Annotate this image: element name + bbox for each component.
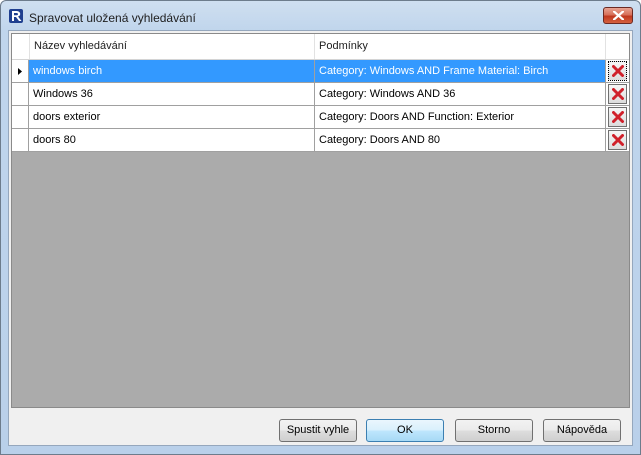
row-header[interactable] (12, 106, 29, 129)
search-conditions-cell[interactable]: Category: Windows AND Frame Material: Bi… (315, 60, 606, 83)
delete-cell (606, 129, 629, 152)
run-search-button[interactable]: Spustit vyhle (279, 419, 357, 442)
search-conditions-cell[interactable]: Category: Windows AND 36 (315, 83, 606, 106)
delete-search-button[interactable] (608, 130, 627, 150)
search-conditions-cell[interactable]: Category: Doors AND 80 (315, 129, 606, 152)
delete-search-button[interactable] (608, 61, 627, 81)
delete-cell (606, 83, 629, 106)
red-x-delete-icon (612, 111, 624, 123)
revit-app-icon (9, 9, 23, 23)
dialog-client-area: Název vyhledávání Podmínky windows birch… (8, 30, 633, 446)
delete-cell (606, 60, 629, 83)
ok-button[interactable]: OK (366, 419, 444, 442)
help-button[interactable]: Nápověda (543, 419, 621, 442)
search-name-cell[interactable]: doors exterior (29, 106, 315, 129)
delete-search-button[interactable] (608, 107, 627, 127)
red-x-delete-icon (612, 65, 624, 77)
table-row[interactable]: doors exterior Category: Doors AND Funct… (12, 106, 629, 129)
red-x-delete-icon (612, 134, 624, 146)
row-header-corner (12, 34, 30, 59)
row-pointer-icon (18, 68, 22, 75)
row-header[interactable] (12, 60, 29, 83)
row-header[interactable] (12, 129, 29, 152)
search-name-cell[interactable]: windows birch (29, 60, 315, 83)
table-row[interactable]: doors 80 Category: Doors AND 80 (12, 129, 629, 152)
close-button[interactable] (603, 7, 633, 24)
table-row[interactable]: windows birch Category: Windows AND Fram… (12, 60, 629, 83)
dialog-button-bar: Spustit vyhle OK Storno Nápověda (9, 419, 632, 443)
cancel-button[interactable]: Storno (455, 419, 533, 442)
saved-searches-grid: Název vyhledávání Podmínky windows birch… (11, 33, 630, 408)
close-icon (613, 11, 624, 20)
delete-search-button[interactable] (608, 84, 627, 104)
grid-header: Název vyhledávání Podmínky (12, 34, 629, 60)
column-header-conditions[interactable]: Podmínky (315, 34, 606, 59)
search-name-cell[interactable]: doors 80 (29, 129, 315, 152)
delete-cell (606, 106, 629, 129)
table-row[interactable]: Windows 36 Category: Windows AND 36 (12, 83, 629, 106)
row-header[interactable] (12, 83, 29, 106)
title-bar[interactable]: Spravovat uložená vyhledávání (1, 1, 640, 31)
search-conditions-cell[interactable]: Category: Doors AND Function: Exterior (315, 106, 606, 129)
column-header-name[interactable]: Název vyhledávání (30, 34, 315, 59)
window-title: Spravovat uložená vyhledávání (29, 11, 196, 25)
search-name-cell[interactable]: Windows 36 (29, 83, 315, 106)
red-x-delete-icon (612, 88, 624, 100)
manage-saved-searches-dialog: Spravovat uložená vyhledávání Název vyhl… (0, 0, 641, 455)
